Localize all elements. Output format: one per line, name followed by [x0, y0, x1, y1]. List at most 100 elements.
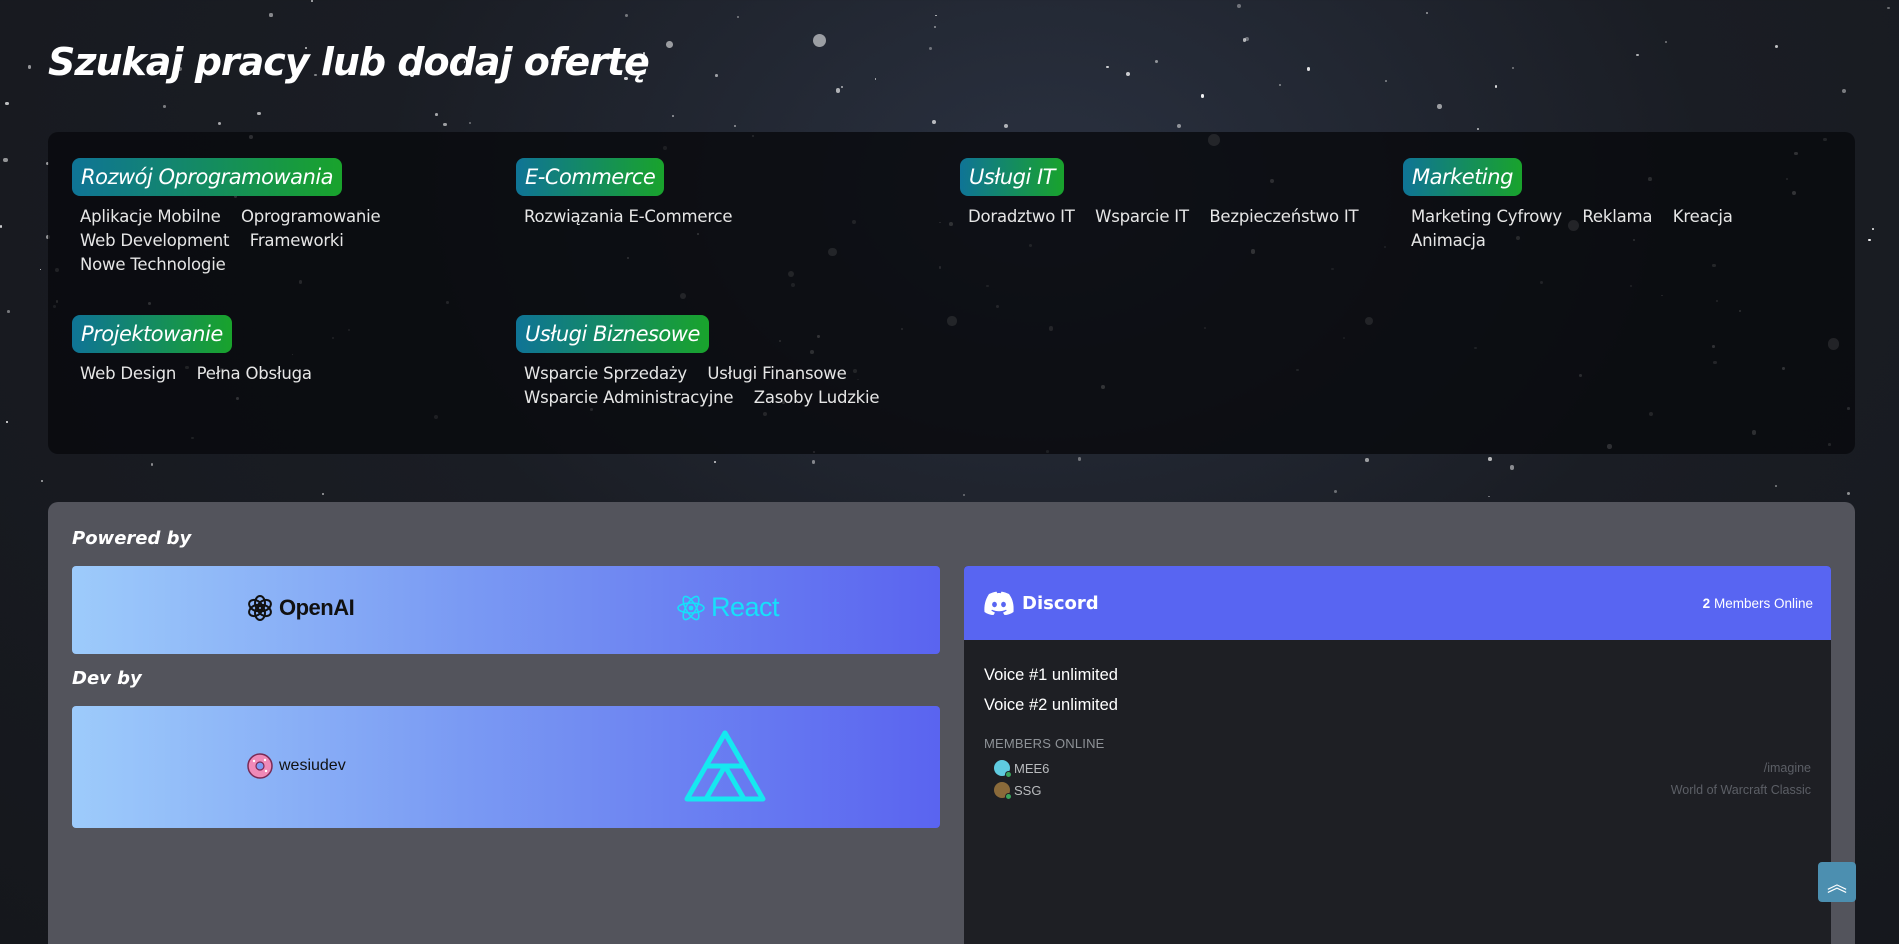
star-particle: [311, 0, 313, 3]
discord-brand[interactable]: Discord: [984, 591, 1099, 615]
member-name: MEE6: [1014, 760, 1050, 776]
category-badge[interactable]: E-Commerce: [516, 158, 665, 196]
member-ssg[interactable]: SSG: [994, 782, 1042, 800]
category-link[interactable]: Bezpieczeństwo IT: [1209, 205, 1358, 229]
category-link[interactable]: Marketing Cyfrowy: [1411, 205, 1562, 229]
category-badge[interactable]: Marketing: [1403, 158, 1522, 196]
category-link[interactable]: Pełna Obsługa: [197, 362, 312, 386]
star-particle: [811, 460, 816, 464]
category-marketing: Marketing Marketing Cyfrowy Reklama Krea…: [1403, 158, 1843, 253]
star-particle: [624, 13, 628, 17]
avatar: [994, 760, 1012, 778]
member-row: MEE6 /imagine: [984, 757, 1811, 779]
discord-body: Voice #1 unlimited Voice #2 unlimited ME…: [964, 640, 1831, 821]
category-link[interactable]: Wsparcie Administracyjne: [524, 386, 734, 410]
star-particle: [1426, 12, 1429, 15]
avatar: [994, 782, 1012, 800]
category-link[interactable]: Web Development: [80, 229, 229, 253]
star-particle: [1385, 80, 1387, 82]
star-particle: [1774, 44, 1779, 49]
category-badge[interactable]: Projektowanie: [72, 315, 232, 353]
star-particle: [1846, 491, 1851, 496]
star-particle: [39, 268, 42, 271]
online-count-number: 2: [1702, 595, 1711, 611]
category-link[interactable]: Aplikacje Mobilne: [80, 205, 221, 229]
star-particle: [1868, 238, 1871, 242]
star-particle: [1306, 66, 1311, 71]
category-link[interactable]: Zasoby Ludzkie: [754, 386, 880, 410]
react-icon: [677, 595, 705, 620]
star-particle: [1872, 228, 1874, 230]
star-particle: [737, 15, 740, 19]
category-software-development: Rozwój Oprogramowania Aplikacje Mobilne …: [72, 158, 402, 277]
category-link[interactable]: Oprogramowanie: [241, 205, 381, 229]
wesiudev-logo[interactable]: wesiudev: [246, 752, 346, 780]
star-particle: [714, 461, 716, 464]
openai-logo[interactable]: OpenAI: [246, 594, 355, 622]
star-particle: [443, 123, 447, 127]
voice-channel[interactable]: Voice #1 unlimited: [984, 660, 1811, 690]
star-particle: [5, 101, 9, 106]
triforce-logo-icon[interactable]: [682, 728, 768, 804]
star-particle: [733, 124, 737, 128]
category-link[interactable]: Web Design: [80, 362, 176, 386]
page-title: Szukaj pracy lub dodaj ofertę: [48, 40, 650, 84]
discord-header: Discord 2 Members Online: [964, 566, 1831, 640]
star-particle: [162, 105, 166, 108]
star-particle: [935, 14, 937, 17]
star-particle: [322, 492, 325, 496]
star-particle: [1279, 84, 1282, 87]
star-particle: [1004, 123, 1009, 129]
star-particle: [1245, 37, 1250, 42]
category-link[interactable]: Frameworki: [250, 229, 344, 253]
star-particle: [835, 88, 841, 93]
star-particle: [1077, 456, 1082, 461]
member-mee6[interactable]: MEE6: [994, 760, 1050, 778]
category-link[interactable]: Rozwiązania E-Commerce: [524, 205, 733, 229]
member-name: SSG: [1014, 782, 1042, 798]
powered-by-label: Powered by: [72, 528, 192, 549]
category-link[interactable]: Wsparcie Sprzedaży: [524, 362, 687, 386]
donut-icon: [247, 753, 273, 779]
category-e-commerce: E-Commerce Rozwiązania E-Commerce: [516, 158, 876, 229]
openai-icon: [248, 595, 272, 621]
discord-wordmark: Discord: [1022, 592, 1099, 614]
online-count-label: Members Online: [1713, 595, 1813, 611]
star-particle: [1125, 71, 1131, 77]
dev-by-label: Dev by: [72, 668, 142, 689]
category-link[interactable]: Doradztwo IT: [968, 205, 1075, 229]
category-link[interactable]: Usługi Finansowe: [707, 362, 846, 386]
categories-panel: Rozwój Oprogramowania Aplikacje Mobilne …: [48, 132, 1855, 454]
star-particle: [1236, 3, 1241, 8]
star-particle: [0, 225, 3, 228]
category-link[interactable]: Reklama: [1582, 205, 1652, 229]
star-particle: [150, 463, 154, 466]
category-link[interactable]: Animacja: [1411, 229, 1486, 253]
star-particle: [1106, 65, 1109, 69]
category-link[interactable]: Kreacja: [1673, 205, 1733, 229]
star-particle: [1488, 495, 1490, 498]
star-particle: [1494, 85, 1498, 88]
star-particle: [1488, 457, 1492, 461]
star-particle: [1887, 7, 1890, 10]
star-particle: [714, 74, 718, 78]
member-activity: World of Warcraft Classic: [1670, 783, 1811, 797]
discord-widget: Discord 2 Members Online Voice #1 unlimi…: [964, 566, 1831, 944]
category-badge[interactable]: Rozwój Oprogramowania: [72, 158, 343, 196]
star-particle: [1365, 457, 1369, 462]
category-badge[interactable]: Usługi Biznesowe: [516, 315, 709, 353]
star-particle: [218, 121, 222, 126]
category-design: Projektowanie Web Design Pełna Obsługa: [72, 315, 432, 386]
scroll-to-top-button[interactable]: ︽: [1818, 862, 1856, 902]
category-link[interactable]: Nowe Technologie: [80, 253, 226, 277]
voice-channel[interactable]: Voice #2 unlimited: [984, 690, 1811, 720]
star-particle: [672, 115, 674, 117]
star-particle: [27, 64, 32, 69]
star-particle: [1154, 59, 1158, 63]
react-logo[interactable]: React: [676, 592, 780, 623]
star-particle: [841, 86, 844, 89]
category-badge[interactable]: Usługi IT: [960, 158, 1065, 196]
star-particle: [1842, 88, 1847, 93]
category-link[interactable]: Wsparcie IT: [1095, 205, 1189, 229]
star-particle: [434, 113, 438, 116]
